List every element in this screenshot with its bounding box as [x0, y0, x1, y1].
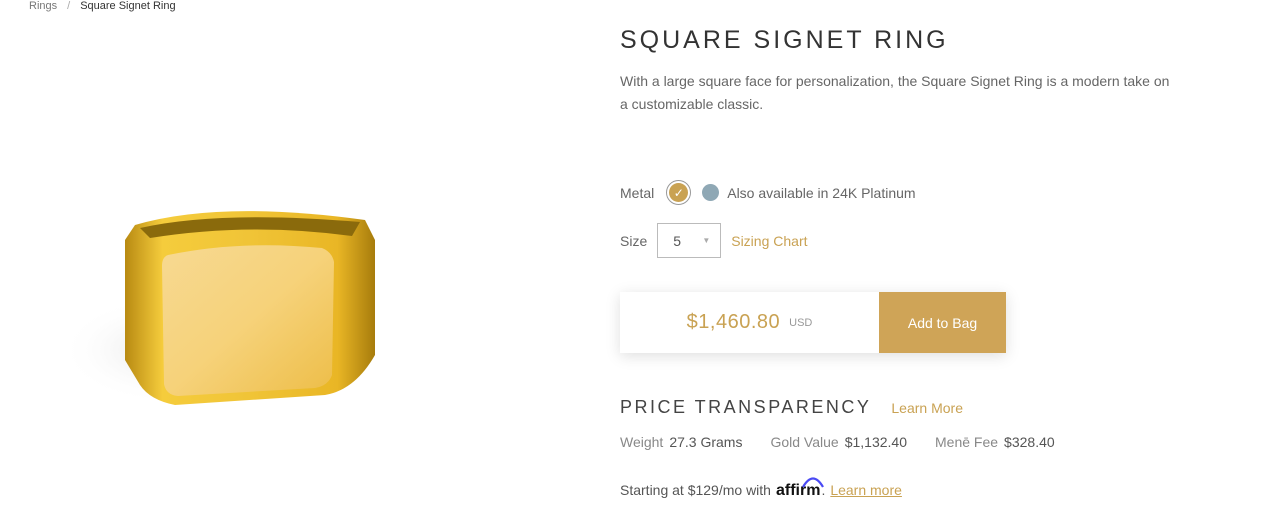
- financing-row: Starting at $129/mo with affirm . Learn …: [620, 477, 902, 500]
- stat-label: Weight: [620, 434, 664, 450]
- add-to-bag-button[interactable]: Add to Bag: [879, 292, 1006, 353]
- affirm-logo: affirm: [776, 477, 825, 500]
- stat-label: Menē Fee: [935, 434, 999, 450]
- price-transparency-header: PRICE TRANSPARENCY Learn More: [620, 397, 963, 418]
- breadcrumb-separator: /: [67, 0, 71, 12]
- price: $1,460.80: [686, 311, 781, 333]
- stat-value: 27.3 Grams: [669, 434, 743, 450]
- product-title: SQUARE SIGNET RING: [620, 26, 949, 54]
- fee-stat: Menē Fee $328.40: [935, 434, 1055, 450]
- affirm-arc-icon: [802, 477, 825, 488]
- stat-label: Gold Value: [770, 434, 839, 450]
- platinum-swatch[interactable]: [702, 184, 720, 201]
- financing-text: Starting at $129/mo with: [620, 482, 771, 498]
- size-selector: Size 5 ▼ Sizing Chart: [620, 223, 808, 258]
- stat-value: $328.40: [1004, 434, 1055, 450]
- breadcrumb: Rings / Square Signet Ring: [29, 0, 176, 12]
- metal-selector: Metal ✓ Also available in 24K Platinum: [620, 180, 916, 205]
- size-value: 5: [673, 232, 682, 249]
- weight-stat: Weight 27.3 Grams: [620, 434, 742, 450]
- sizing-chart-link[interactable]: Sizing Chart: [731, 233, 807, 249]
- product-description: With a large square face for personaliza…: [620, 73, 1170, 112]
- breadcrumb-current: Square Signet Ring: [80, 0, 176, 12]
- price-area: $1,460.80 USD: [620, 292, 879, 353]
- check-icon: ✓: [669, 183, 689, 202]
- gold-swatch[interactable]: ✓: [666, 180, 692, 205]
- size-dropdown[interactable]: 5 ▼: [657, 223, 722, 258]
- gold-signet-ring-icon: [60, 211, 375, 405]
- size-label: Size: [620, 232, 648, 249]
- stat-value: $1,132.40: [844, 434, 907, 450]
- affirm-learn-more-link[interactable]: Learn more: [830, 482, 902, 498]
- purchase-box: $1,460.80 USD Add to Bag: [620, 292, 1006, 353]
- breadcrumb-rings-link[interactable]: Rings: [29, 0, 57, 12]
- price-transparency-learn-more-link[interactable]: Learn More: [891, 400, 963, 416]
- price-transparency-title: PRICE TRANSPARENCY: [620, 397, 872, 417]
- product-image[interactable]: [60, 200, 390, 410]
- price-breakdown: Weight 27.3 Grams Gold Value $1,132.40 M…: [620, 434, 1083, 450]
- chevron-down-icon: ▼: [702, 236, 711, 245]
- currency: USD: [789, 316, 813, 329]
- gold-value-stat: Gold Value $1,132.40: [770, 434, 907, 450]
- metal-label: Metal: [620, 184, 655, 201]
- platinum-availability-text: Also available in 24K Platinum: [727, 184, 916, 201]
